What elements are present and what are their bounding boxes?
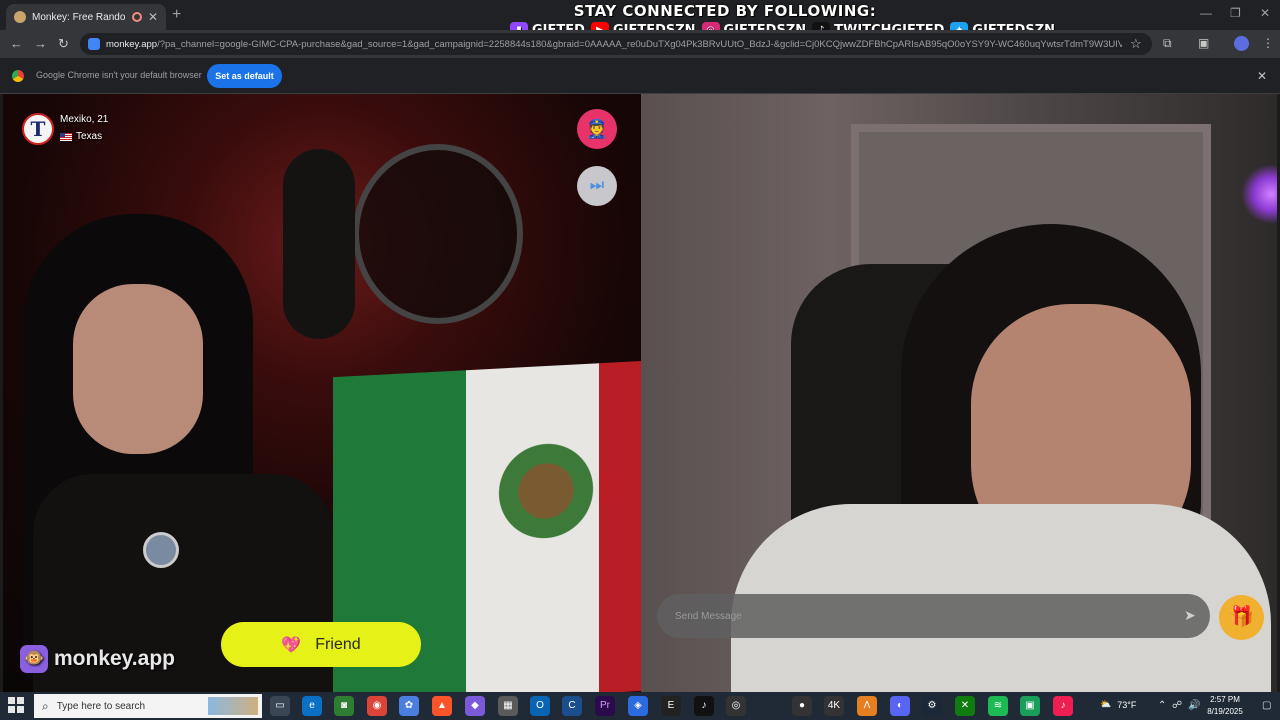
reload-icon[interactable]: ↻	[58, 36, 69, 52]
chrome-taskbar-icon[interactable]: ◉	[367, 696, 387, 716]
bookmark-star-icon[interactable]: ☆	[1130, 36, 1142, 52]
discord-app-icon[interactable]: ◐	[890, 696, 910, 716]
url-text: monkey.app/?pa_channel=google-GIMC-CPA-p…	[106, 38, 1122, 50]
overlay-headline: STAY CONNECTED BY FOLLOWING:	[573, 2, 877, 20]
clock-date: 8/19/2025	[1207, 707, 1243, 716]
premiere-icon[interactable]: Pr	[595, 696, 615, 716]
taskbar-search-input[interactable]	[56, 700, 197, 712]
monkey-favicon-icon	[14, 11, 26, 23]
peer-location-text: Texas	[76, 131, 103, 142]
xbox-app-icon[interactable]: ◙	[334, 696, 354, 716]
network-icon[interactable]: ☍	[1172, 700, 1182, 711]
peer-face	[73, 284, 203, 454]
spotify-icon[interactable]: ≋	[988, 696, 1008, 716]
menu-icon[interactable]: ⋮	[1262, 36, 1274, 50]
gift-button[interactable]: 🎁	[1219, 595, 1264, 640]
back-icon[interactable]: ←	[10, 36, 23, 51]
weather-widget[interactable]: ⛅ 73°F	[1100, 699, 1136, 710]
edge-beta-icon[interactable]: ◆	[465, 696, 485, 716]
media-icon[interactable]: ▣	[1198, 36, 1209, 50]
store-icon[interactable]: ▦	[498, 696, 518, 716]
brand-text: monkey.app	[54, 647, 175, 670]
forward-icon[interactable]: →	[34, 36, 47, 51]
new-tab-button[interactable]: +	[172, 6, 181, 24]
volume-icon[interactable]: 🔊	[1188, 700, 1200, 711]
search-icon: ⌕	[42, 698, 49, 713]
app-orange-icon[interactable]: Λ	[857, 696, 877, 716]
flag-emblem	[490, 433, 601, 549]
taskbar-clock[interactable]: 2:57 PM 8/19/2025	[1205, 694, 1245, 718]
weather-icon: ⛅	[1100, 699, 1112, 709]
xbox-icon[interactable]: ✕	[955, 696, 975, 716]
obs-icon[interactable]: ●	[792, 696, 812, 716]
tiktok-taskbar-icon[interactable]: ♪	[694, 696, 714, 716]
infobar-message: Google Chrome isn't your default browser	[36, 70, 202, 80]
brave-icon[interactable]: ▲	[432, 696, 452, 716]
friend-button[interactable]: 💖 Friend	[221, 622, 421, 667]
screen: Monkey: Free Random Vide ✕ + — ❐ ✕ STAY …	[0, 0, 1280, 720]
weather-temp: 73°F	[1117, 699, 1137, 710]
4k-downloader-icon[interactable]: 4K	[824, 696, 844, 716]
send-icon[interactable]: ➤	[1184, 607, 1196, 624]
microphone	[283, 149, 355, 339]
site-info-icon[interactable]	[88, 38, 100, 50]
capcut-icon[interactable]: C	[562, 696, 582, 716]
tab-close-icon[interactable]: ✕	[148, 10, 158, 24]
photos-icon[interactable]: ✿	[399, 696, 419, 716]
window-close-button[interactable]: ✕	[1260, 6, 1270, 20]
tab-title: Monkey: Free Random Vide	[32, 11, 126, 23]
peer-video	[3, 94, 641, 692]
friend-button-label: Friend	[315, 635, 361, 653]
report-button[interactable]: 👮	[577, 109, 617, 149]
peer-name: Mexiko, 21	[60, 114, 109, 125]
set-as-default-button[interactable]: Set as default	[207, 64, 282, 88]
minimize-button[interactable]: —	[1200, 6, 1212, 20]
peer-location: Texas	[60, 131, 102, 142]
tray-chevron-icon[interactable]: ⌃	[1158, 700, 1166, 711]
recording-icon	[131, 12, 142, 22]
peer-avatar[interactable]: T	[22, 113, 54, 145]
browser-toolbar: ← → ↻ monkey.app/?pa_channel=google-GIMC…	[0, 30, 1280, 58]
windows-taskbar: ⌕ ▭ e ◙ ◉ ✿ ▲ ◆ ▦ O C Pr ◈ E ♪ ◎ ● 4K Λ …	[0, 692, 1280, 720]
taskbar-search[interactable]: ⌕	[34, 694, 262, 718]
maximize-button[interactable]: ❐	[1230, 6, 1241, 20]
edge-icon[interactable]: e	[302, 696, 322, 716]
purple-light	[1241, 164, 1277, 224]
pop-filter	[353, 144, 523, 324]
browser-tab[interactable]: Monkey: Free Random Vide ✕	[6, 4, 166, 30]
app-icon[interactable]: ◈	[628, 696, 648, 716]
chrome-icon	[12, 70, 24, 82]
windows-start-icon[interactable]	[8, 697, 24, 713]
monkey-brand: 🐵 monkey.app	[20, 645, 175, 673]
tiktok-live-icon[interactable]: ♪	[1053, 696, 1073, 716]
search-highlight-image	[208, 697, 258, 715]
epic-games-icon[interactable]: E	[661, 696, 681, 716]
heart-icon: 💖	[281, 636, 302, 654]
notifications-icon[interactable]: ▢	[1262, 700, 1271, 711]
message-input[interactable]	[675, 606, 1155, 626]
skip-button[interactable]: ⏭	[577, 166, 617, 206]
clock-time: 2:57 PM	[1210, 695, 1240, 704]
profile-avatar[interactable]	[1234, 36, 1249, 51]
address-bar[interactable]: monkey.app/?pa_channel=google-GIMC-CPA-p…	[80, 33, 1152, 55]
monkey-logo-icon: 🐵	[20, 645, 48, 673]
steam-icon[interactable]: ⚙	[922, 696, 942, 716]
task-view-icon[interactable]: ▭	[270, 696, 290, 716]
pendant	[143, 532, 179, 568]
extensions-icon[interactable]: ⧉	[1163, 36, 1172, 51]
app-green-icon[interactable]: ▣	[1020, 696, 1040, 716]
us-flag-icon	[60, 132, 72, 141]
default-browser-infobar: Google Chrome isn't your default browser	[0, 58, 1280, 94]
infobar-close-icon[interactable]: ✕	[1257, 69, 1267, 83]
message-box	[657, 594, 1210, 638]
outlook-icon[interactable]: O	[530, 696, 550, 716]
discord-icon[interactable]: ◎	[726, 696, 746, 716]
